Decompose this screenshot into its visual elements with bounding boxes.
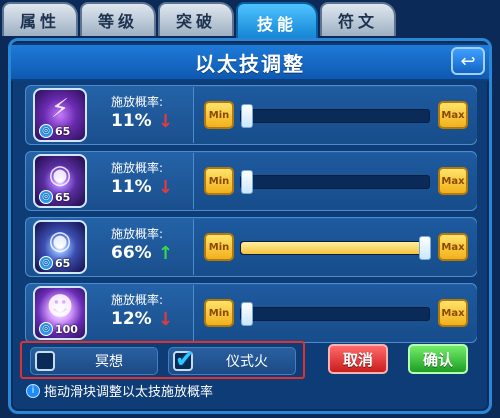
max-button[interactable]: Max (438, 167, 468, 195)
tab-label: 符文 (337, 12, 378, 31)
slider-knob[interactable] (419, 236, 431, 260)
slider-knob[interactable] (241, 302, 253, 326)
skill-glyph: ☻ (46, 292, 74, 322)
cast-probability-value: 12% (111, 309, 152, 329)
slider-track[interactable] (240, 170, 430, 194)
meditation-checkbox[interactable] (35, 351, 55, 371)
back-button[interactable]: ↩ (451, 47, 485, 75)
skill-level-value: 65 (55, 256, 71, 270)
tab-bar: 属性 等级 突破 技能 符文 (0, 0, 500, 42)
skill-glyph: ⚡ (50, 94, 70, 124)
slider-knob[interactable] (241, 104, 253, 128)
claw-slash-icon: ⚡ ◎ 65 (33, 88, 87, 142)
info-icon: i (26, 383, 40, 398)
slider-knob[interactable] (241, 170, 253, 194)
level-badge-icon: ◎ (39, 190, 53, 204)
slider-track[interactable] (240, 236, 431, 260)
skill-glyph: ◉ (48, 160, 72, 190)
tab-label: 突破 (175, 12, 216, 31)
option-meditation[interactable]: 冥想 (30, 347, 158, 375)
panel-title-bar: 以太技调整 (11, 45, 489, 81)
probability-slider: Min Max (193, 285, 477, 341)
cancel-button[interactable]: 取消 (328, 344, 388, 374)
max-button[interactable]: Max (438, 233, 468, 261)
tab-skills[interactable]: 技能 (236, 2, 318, 42)
skill-level-value: 65 (55, 124, 71, 138)
level-badge-icon: ◎ (39, 322, 53, 336)
confirm-button[interactable]: 确认 (408, 344, 468, 374)
slider-fill (241, 242, 431, 254)
skill-level: ◎ 65 (39, 124, 70, 138)
skill-glyph: ◉ (48, 226, 72, 256)
skill-row: ☻ ◎ 100 施放概率: 12% ↓ Min Max (25, 283, 477, 343)
trend-up-icon: ↑ (158, 243, 174, 264)
max-button[interactable]: Max (438, 101, 468, 129)
trend-down-icon: ↓ (158, 111, 174, 132)
tab-breakthrough[interactable]: 突破 (158, 2, 234, 36)
tab-level[interactable]: 等级 (80, 2, 156, 36)
checkmark-icon: ✔ (175, 345, 196, 373)
violet-vortex-icon: ◉ ◎ 65 (33, 154, 87, 208)
option-label: 仪式火 (226, 354, 268, 370)
trend-down-icon: ↓ (158, 177, 174, 198)
probability-slider: Min Max (193, 87, 477, 143)
blue-vortex-icon: ◉ ◎ 65 (33, 220, 87, 274)
panel-title: 以太技调整 (195, 51, 305, 76)
probability-slider: Min Max (193, 153, 477, 209)
option-label: 冥想 (95, 354, 123, 370)
level-badge-icon: ◎ (39, 124, 53, 138)
back-arrow-icon: ↩ (460, 50, 476, 72)
hint: i 拖动滑块调整以太技施放概率 (26, 381, 213, 400)
cast-probability-value: 11% (111, 111, 152, 131)
tab-runes[interactable]: 符文 (320, 2, 396, 36)
level-badge-icon: ◎ (39, 256, 53, 270)
cast-probability-label: 施放概率: (111, 95, 164, 109)
options-highlight: 冥想 ✔ 仪式火 (20, 341, 305, 379)
skill-level-value: 65 (55, 190, 71, 204)
skill-row: ◉ ◎ 65 施放概率: 66% ↑ Min Max (25, 217, 477, 277)
tab-label: 技能 (256, 15, 297, 34)
skill-row: ◉ ◎ 65 施放概率: 11% ↓ Min Max (25, 151, 477, 211)
min-button[interactable]: Min (204, 101, 234, 129)
min-button[interactable]: Min (204, 167, 234, 195)
skill-level-value: 100 (55, 322, 78, 336)
hint-text: 拖动滑块调整以太技施放概率 (44, 385, 214, 400)
tab-label: 属性 (19, 12, 60, 31)
cast-probability-value: 66% (111, 243, 152, 263)
cast-probability-value: 11% (111, 177, 152, 197)
mask-face-icon: ☻ ◎ 100 (33, 286, 87, 340)
cast-probability-label: 施放概率: (111, 161, 164, 175)
skill-level: ◎ 65 (39, 256, 70, 270)
slider-track[interactable] (240, 104, 430, 128)
probability-slider: Min Max (193, 219, 477, 275)
tab-attributes[interactable]: 属性 (2, 2, 78, 36)
cast-probability-label: 施放概率: (111, 227, 164, 241)
cast-probability-label: 施放概率: (111, 293, 164, 307)
trend-down-icon: ↓ (158, 309, 174, 330)
skill-row: ⚡ ◎ 65 施放概率: 11% ↓ Min Max (25, 85, 477, 145)
min-button[interactable]: Min (204, 233, 234, 261)
option-ritual-fire[interactable]: ✔ 仪式火 (168, 345, 296, 375)
slider-track[interactable] (240, 302, 430, 326)
min-button[interactable]: Min (204, 299, 234, 327)
ritual-fire-checkbox[interactable]: ✔ (173, 345, 195, 373)
skill-level: ◎ 65 (39, 190, 70, 204)
tab-label: 等级 (97, 12, 138, 31)
skill-level: ◎ 100 (39, 322, 78, 336)
max-button[interactable]: Max (438, 299, 468, 327)
